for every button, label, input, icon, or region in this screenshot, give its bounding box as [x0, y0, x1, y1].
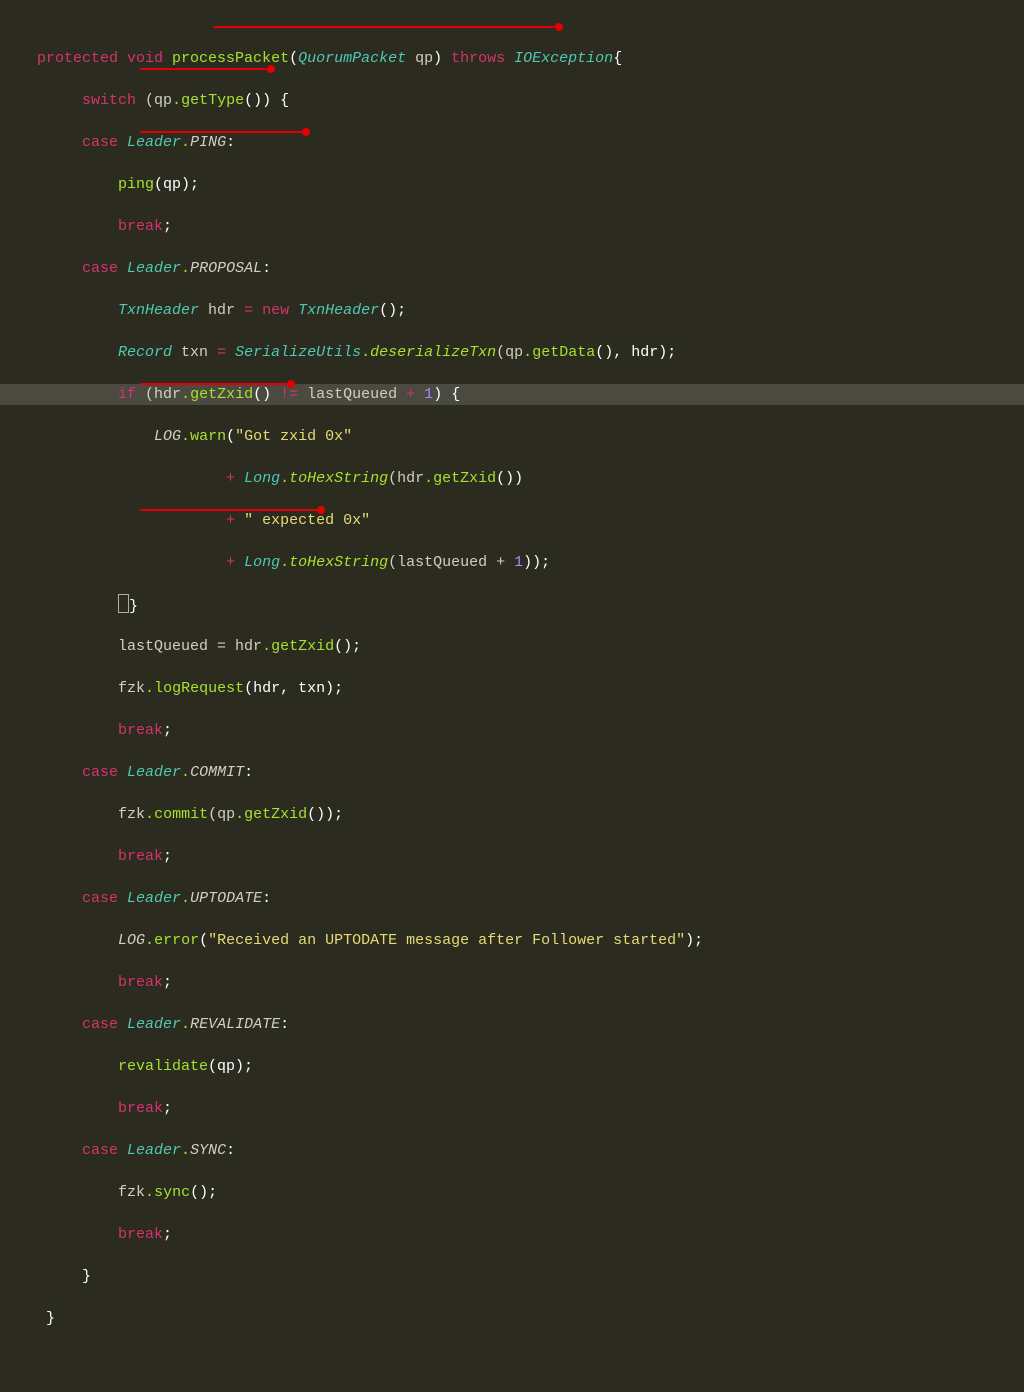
- annotation-underline: [140, 68, 270, 70]
- code-line: break;: [0, 846, 1024, 867]
- annotation-dot-icon: [317, 506, 325, 514]
- code-line: + Long.toHexString(lastQueued + 1));: [0, 552, 1024, 573]
- annotation-dot-icon: [287, 380, 295, 388]
- cursor-icon: [118, 594, 129, 613]
- annotation-dot-icon: [302, 128, 310, 136]
- code-line: lastQueued = hdr.getZxid();: [0, 636, 1024, 657]
- code-line: case Leader.PROPOSAL:: [0, 258, 1024, 279]
- code-line: }: [0, 1308, 1024, 1329]
- code-line-highlighted: if (hdr.getZxid() != lastQueued + 1) {: [0, 384, 1024, 405]
- code-line: LOG.error("Received an UPTODATE message …: [0, 930, 1024, 951]
- code-line: break;: [0, 1098, 1024, 1119]
- annotation-underline: [140, 131, 305, 133]
- annotation-dot-icon: [555, 23, 563, 31]
- code-line: LOG.warn("Got zxid 0x": [0, 426, 1024, 447]
- code-line: + Long.toHexString(hdr.getZxid()): [0, 468, 1024, 489]
- code-line: protected void processPacket(QuorumPacke…: [0, 48, 1024, 69]
- code-line: revalidate(qp);: [0, 1056, 1024, 1077]
- code-line: break;: [0, 720, 1024, 741]
- annotation-dot-icon: [267, 65, 275, 73]
- code-line: case Leader.PING:: [0, 132, 1024, 153]
- code-line: case Leader.COMMIT:: [0, 762, 1024, 783]
- code-line: fzk.logRequest(hdr, txn);: [0, 678, 1024, 699]
- code-line: fzk.commit(qp.getZxid());: [0, 804, 1024, 825]
- code-editor[interactable]: protected void processPacket(QuorumPacke…: [0, 0, 1024, 1392]
- code-line: Record txn = SerializeUtils.deserializeT…: [0, 342, 1024, 363]
- code-line: case Leader.UPTODATE:: [0, 888, 1024, 909]
- code-line: break;: [0, 216, 1024, 237]
- annotation-underline: [140, 509, 320, 511]
- code-line: ping(qp);: [0, 174, 1024, 195]
- annotation-underline: [213, 26, 558, 28]
- code-line: break;: [0, 1224, 1024, 1245]
- code-line: case Leader.SYNC:: [0, 1140, 1024, 1161]
- code-line: }: [0, 1266, 1024, 1287]
- code-line: TxnHeader hdr = new TxnHeader();: [0, 300, 1024, 321]
- annotation-underline: [140, 383, 290, 385]
- code-line: fzk.sync();: [0, 1182, 1024, 1203]
- code-line: break;: [0, 972, 1024, 993]
- code-line: }: [0, 594, 1024, 615]
- code-line: case Leader.REVALIDATE:: [0, 1014, 1024, 1035]
- code-line: switch (qp.getType()) {: [0, 90, 1024, 111]
- code-line: + " expected 0x": [0, 510, 1024, 531]
